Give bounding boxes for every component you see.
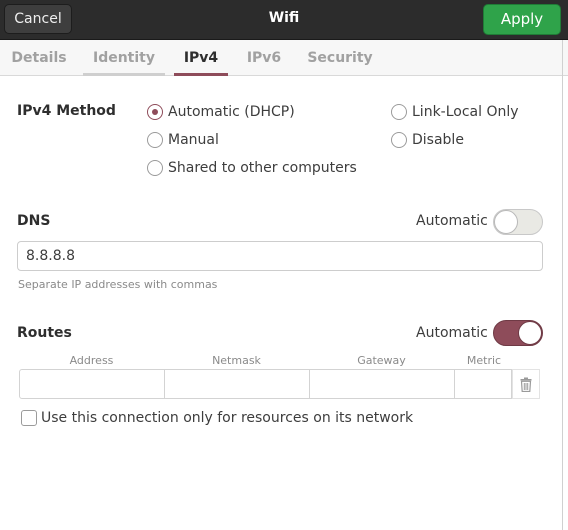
radio-indicator: [147, 160, 163, 176]
column-header-netmask: Netmask: [212, 354, 261, 367]
column-header-gateway: Gateway: [357, 354, 406, 367]
radio-label: Link-Local Only: [412, 104, 519, 120]
route-address-input[interactable]: [19, 369, 165, 399]
tab-identity[interactable]: Identity: [83, 40, 165, 76]
radio-manual[interactable]: Manual: [147, 130, 219, 150]
routes-automatic-switch[interactable]: [493, 320, 543, 346]
tab-ipv4[interactable]: IPv4: [174, 40, 228, 76]
tab-security[interactable]: Security: [300, 40, 380, 76]
dns-automatic-switch[interactable]: [493, 209, 543, 235]
apply-button[interactable]: Apply: [483, 4, 561, 35]
ipv4-method-label: IPv4 Method: [17, 103, 116, 119]
switch-knob: [494, 210, 518, 234]
radio-label: Shared to other computers: [168, 160, 357, 176]
window-edge: [562, 40, 563, 530]
dns-automatic-label: Automatic: [416, 213, 488, 229]
radio-disable[interactable]: Disable: [391, 130, 464, 150]
route-metric-input[interactable]: [454, 369, 512, 399]
radio-indicator: [391, 132, 407, 148]
trash-icon: [520, 377, 532, 392]
tab-ipv6[interactable]: IPv6: [237, 40, 291, 76]
tab-bar: Details Identity IPv4 IPv6 Security: [0, 40, 568, 76]
radio-indicator: [147, 104, 163, 120]
column-header-address: Address: [69, 354, 114, 367]
radio-automatic-dhcp[interactable]: Automatic (DHCP): [147, 102, 295, 122]
radio-label: Manual: [168, 132, 219, 148]
radio-label: Automatic (DHCP): [168, 104, 295, 120]
tab-details[interactable]: Details: [4, 40, 74, 76]
switch-knob: [518, 321, 542, 345]
dns-input[interactable]: 8.8.8.8: [17, 241, 543, 271]
dns-label: DNS: [17, 213, 51, 229]
header-bar: Cancel Wifi Apply: [0, 0, 568, 40]
radio-shared-to-other-computers[interactable]: Shared to other computers: [147, 158, 357, 178]
route-netmask-input[interactable]: [164, 369, 310, 399]
radio-indicator: [391, 104, 407, 120]
column-header-metric: Metric: [466, 354, 502, 367]
checkbox-label: Use this connection only for resources o…: [41, 410, 414, 426]
dns-hint: Separate IP addresses with commas: [18, 278, 218, 291]
routes-label: Routes: [17, 325, 72, 341]
route-gateway-input[interactable]: [309, 369, 455, 399]
radio-indicator: [147, 132, 163, 148]
checkbox-indicator: [21, 410, 37, 426]
radio-label: Disable: [412, 132, 464, 148]
delete-route-button[interactable]: [512, 369, 540, 399]
radio-link-local-only[interactable]: Link-Local Only: [391, 102, 519, 122]
routes-automatic-label: Automatic: [416, 325, 488, 341]
restrict-to-network-checkbox[interactable]: Use this connection only for resources o…: [21, 408, 413, 428]
